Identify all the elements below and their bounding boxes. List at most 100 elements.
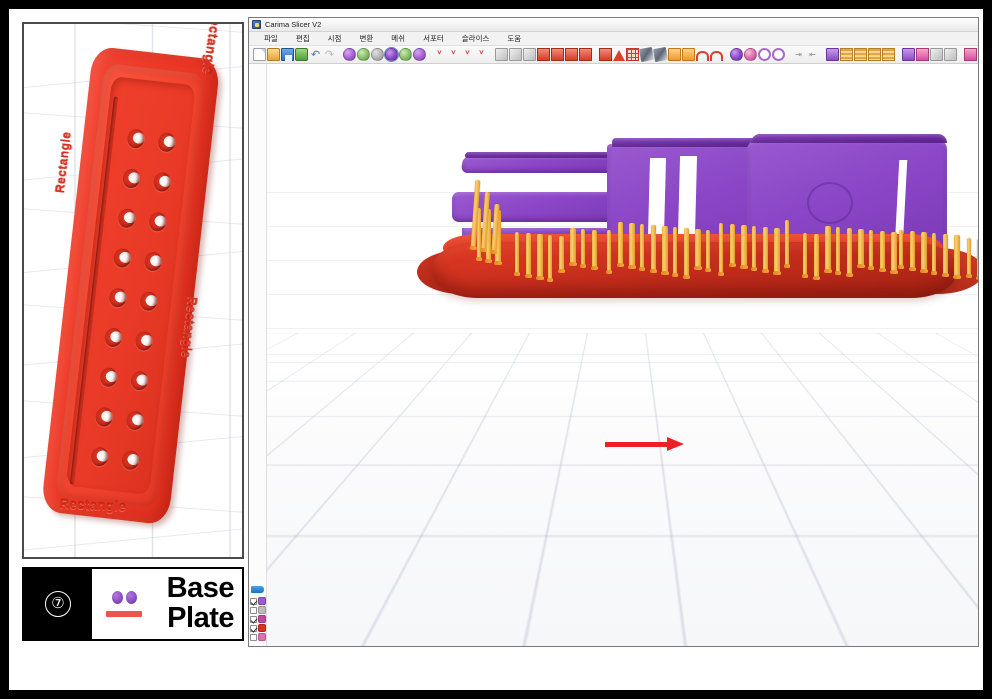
- sphere-magenta-icon[interactable]: [744, 48, 757, 61]
- view-left-icon[interactable]: [371, 48, 384, 61]
- layer-baseplate[interactable]: [250, 624, 267, 632]
- arrow-head: [667, 437, 684, 451]
- layer-grid[interactable]: [250, 606, 267, 614]
- layer-baseplate-checkbox[interactable]: [250, 624, 257, 632]
- support-pillar: [580, 229, 586, 268]
- support-pillar: [824, 226, 832, 273]
- machine-icon[interactable]: [964, 48, 977, 61]
- support-delete-icon[interactable]: ⱽ: [461, 48, 474, 61]
- align-center-icon[interactable]: [509, 48, 522, 61]
- build-plate-icon[interactable]: [826, 48, 839, 61]
- support-structures[interactable]: [267, 64, 978, 646]
- move-icon[interactable]: [537, 48, 550, 61]
- base-plate-hole: [99, 366, 119, 388]
- support-pillar: [920, 232, 928, 273]
- layer-slice-checkbox[interactable]: [250, 633, 257, 641]
- scale-icon[interactable]: [551, 48, 564, 61]
- view-bottom-icon[interactable]: [413, 48, 426, 61]
- layer-support-checkbox[interactable]: [250, 615, 257, 623]
- separator: [593, 48, 598, 61]
- menu-item-3[interactable]: 변환: [350, 33, 382, 44]
- hollow-icon[interactable]: [668, 48, 681, 61]
- menu-item-1[interactable]: 편집: [287, 33, 319, 44]
- support-pillar: [857, 229, 865, 268]
- undo-icon[interactable]: ↶: [309, 48, 322, 61]
- legend-dot-swatch: [111, 591, 137, 604]
- layer-model-checkbox[interactable]: [250, 597, 257, 605]
- legend-step-number-text: ⑦: [45, 591, 71, 617]
- separator: [896, 48, 901, 61]
- measure-icon[interactable]: [638, 46, 655, 63]
- slice-preview-icon[interactable]: ⇥: [792, 48, 805, 61]
- menu-item-0[interactable]: 파일: [255, 33, 287, 44]
- layer-grid-checkbox[interactable]: [250, 606, 257, 614]
- grid-icon[interactable]: [626, 48, 639, 61]
- open-folder-icon[interactable]: [267, 48, 280, 61]
- support-pillar: [976, 239, 978, 280]
- view-top-icon[interactable]: [399, 48, 412, 61]
- redo-icon[interactable]: ↷: [323, 48, 336, 61]
- layer-support[interactable]: [250, 615, 267, 623]
- repair-icon[interactable]: [652, 46, 669, 63]
- menu-item-6[interactable]: 슬라이스: [453, 33, 499, 44]
- ruler-icon[interactable]: [930, 48, 943, 61]
- circle-outline-icon[interactable]: [758, 48, 771, 61]
- support-pillar: [683, 228, 690, 279]
- title-bar: Carima Slicer V2: [249, 18, 978, 32]
- support-pillar: [898, 230, 904, 269]
- print-settings-icon[interactable]: [902, 48, 915, 61]
- window-title: Carima Slicer V2: [265, 20, 322, 29]
- cone-icon[interactable]: [613, 49, 625, 61]
- 3d-viewport[interactable]: [267, 64, 978, 646]
- layer-stack-icon[interactable]: [840, 48, 853, 61]
- menu-item-4[interactable]: 메쉬: [382, 33, 414, 44]
- mirror-icon[interactable]: [579, 48, 592, 61]
- separator: [337, 48, 342, 61]
- support-pillar: [762, 227, 769, 273]
- menu-item-2[interactable]: 시점: [319, 33, 351, 44]
- support-pillar: [879, 231, 886, 272]
- send-job-icon[interactable]: [978, 48, 979, 61]
- layer-slice[interactable]: [250, 633, 267, 641]
- layer-stack-4-icon[interactable]: [882, 48, 895, 61]
- support-edit-icon[interactable]: ⱽ: [447, 48, 460, 61]
- support-pillar: [953, 235, 961, 279]
- exposure-icon[interactable]: [916, 48, 929, 61]
- align-left-icon[interactable]: [495, 48, 508, 61]
- view-right-icon[interactable]: [384, 47, 399, 62]
- layer-model[interactable]: [250, 597, 267, 605]
- view-back-icon[interactable]: [357, 48, 370, 61]
- rotate-icon[interactable]: [565, 48, 578, 61]
- support-auto-icon[interactable]: ⱽ: [475, 48, 488, 61]
- view-front-icon[interactable]: [343, 48, 356, 61]
- align-right-icon[interactable]: [523, 48, 536, 61]
- lamp-icon[interactable]: [944, 48, 957, 61]
- support-pillar: [617, 222, 624, 267]
- arch-support-2-icon[interactable]: [710, 50, 723, 61]
- base-plate-hole: [108, 287, 128, 309]
- base-plate-hole: [120, 449, 140, 471]
- export-icon[interactable]: [295, 48, 308, 61]
- support-pillar: [514, 232, 520, 276]
- drain-hole-icon[interactable]: [682, 48, 695, 61]
- support-pillar: [694, 229, 702, 270]
- slice-next-icon[interactable]: ⇤: [806, 48, 819, 61]
- base-plate-hole: [112, 247, 132, 269]
- save-icon[interactable]: [281, 48, 294, 61]
- new-document-icon[interactable]: [253, 48, 266, 61]
- cube-icon[interactable]: [599, 48, 612, 61]
- support-add-icon[interactable]: ⱽ: [433, 48, 446, 61]
- base-plate-hole: [139, 290, 159, 312]
- menu-item-7[interactable]: 도움: [498, 33, 530, 44]
- circle-outline-2-icon[interactable]: [772, 48, 785, 61]
- support-pillar: [705, 230, 711, 272]
- arch-support-icon[interactable]: [696, 50, 709, 61]
- sphere-purple-icon[interactable]: [730, 48, 743, 61]
- layer-stack-3-icon[interactable]: [868, 48, 881, 61]
- layer-tag-icon[interactable]: [251, 586, 264, 593]
- support-pillar: [773, 228, 781, 275]
- menu-item-5[interactable]: 서포터: [414, 33, 453, 44]
- support-pillar: [536, 234, 544, 280]
- base-plate-figure-panel: Rectangle Rectangle Rectangle Rectangle: [22, 22, 244, 559]
- layer-stack-2-icon[interactable]: [854, 48, 867, 61]
